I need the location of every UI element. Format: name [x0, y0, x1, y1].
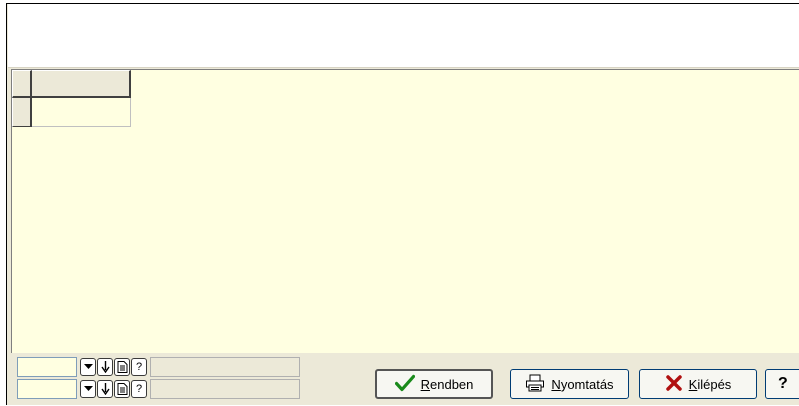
ok-button[interactable]: Rendben [375, 369, 493, 399]
grid-data-cell[interactable] [32, 98, 131, 127]
ok-button-label: Rendben [420, 376, 474, 392]
dropdown-icon[interactable] [80, 380, 96, 398]
exit-button-label: Kilépés [688, 376, 732, 392]
printer-icon [525, 374, 545, 395]
bottom-toolbar: ? ? Rendben Nyomtatás Kilépés ? [7, 354, 799, 406]
arrow-down-icon[interactable] [97, 380, 113, 398]
x-icon [665, 374, 683, 395]
filter-input[interactable] [17, 379, 77, 399]
grid-corner-cell[interactable] [12, 70, 32, 98]
help-icon: ? [778, 375, 788, 392]
dropdown-icon[interactable] [80, 358, 96, 376]
help-small-icon[interactable]: ? [131, 380, 147, 398]
filter-description [150, 379, 300, 399]
filter-row: ? [17, 357, 300, 379]
filter-input[interactable] [17, 357, 77, 377]
filter-description [150, 357, 300, 377]
print-button-label: Nyomtatás [551, 376, 614, 392]
arrow-down-icon[interactable] [97, 358, 113, 376]
exit-button[interactable]: Kilépés [639, 369, 757, 399]
data-grid[interactable] [11, 69, 799, 353]
print-button[interactable]: Nyomtatás [510, 369, 629, 399]
filter-row: ? [17, 379, 300, 401]
help-small-icon[interactable]: ? [131, 358, 147, 376]
help-button[interactable]: ? [765, 369, 799, 399]
dialog-header [8, 4, 799, 68]
grid-row-header[interactable] [12, 98, 32, 127]
dialog-window: ? ? Rendben Nyomtatás Kilépés ? [6, 3, 799, 405]
checkmark-icon [394, 374, 415, 395]
document-icon[interactable] [114, 358, 130, 376]
document-icon[interactable] [114, 380, 130, 398]
grid-column-header[interactable] [32, 70, 131, 98]
